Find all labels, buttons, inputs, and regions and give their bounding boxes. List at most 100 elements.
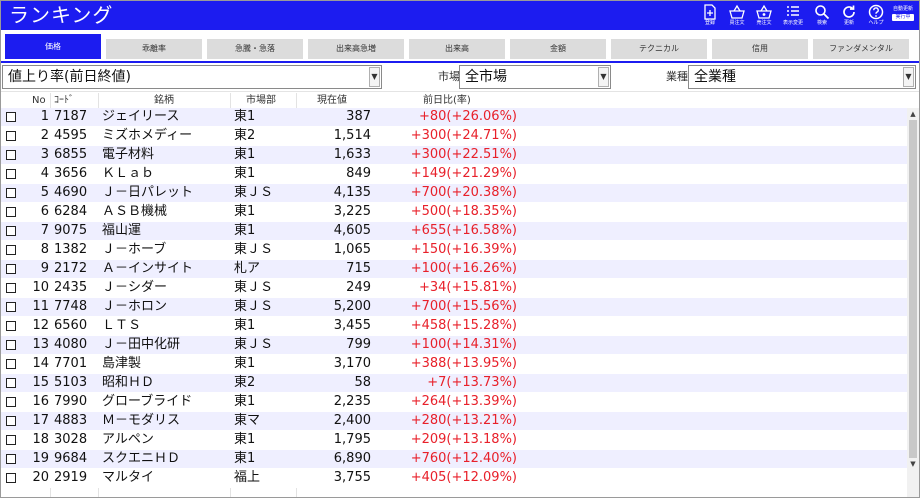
change-cell: +100(+16.26%) [410,261,517,276]
price-cell: 1,795 [333,432,371,447]
market-cell: 東1 [234,394,256,409]
row-checkbox[interactable] [6,283,16,293]
rank-cell: 14 [32,356,49,371]
table-row[interactable]: 14 7701 島津製 東1 3,170 +388(+13.95%) [1,355,907,374]
table-row[interactable]: 19 9684 スクエニＨＤ 東1 6,890 +760(+12.40%) [1,450,907,469]
chevron-down-icon[interactable]: ▼ [369,67,380,87]
table-row[interactable]: 1 7187 ジェイリース 東1 387 +80(+26.06%) [1,108,907,127]
table-row[interactable]: 13 4080 Ｊ－田中化研 東ＪＳ 799 +100(+14.31%) [1,336,907,355]
table-row[interactable]: 20 2919 マルタイ 福上 3,755 +405(+12.09%) [1,469,907,488]
tab-price[interactable]: 価格 [5,34,101,59]
market-value: 全市場 [465,69,507,85]
row-checkbox[interactable] [6,473,16,483]
row-checkbox[interactable] [6,131,16,141]
column-price[interactable]: 現在値 [317,93,347,108]
price-cell: 387 [346,109,371,124]
change-cell: +264(+13.39%) [410,394,517,409]
row-checkbox[interactable] [6,226,16,236]
row-checkbox[interactable] [6,378,16,388]
table-row[interactable]: 11 7748 Ｊ－ホロン 東ＪＳ 5,200 +700(+15.56%) [1,298,907,317]
scroll-thumb[interactable] [909,120,917,458]
table-row[interactable]: 2 4595 ミズホメディー 東2 1,514 +300(+24.71%) [1,127,907,146]
vertical-scrollbar[interactable]: ▲ ▼ [907,108,919,497]
table-row[interactable]: 9 2172 Ａ－インサイト 札ア 715 +100(+16.26%) [1,260,907,279]
tab-margin[interactable]: 信用 [712,39,808,59]
price-cell: 3,170 [333,356,371,371]
tab-deviation[interactable]: 乖離率 [106,39,202,59]
column-code[interactable]: ｺｰﾄﾞ [54,93,74,108]
table-row[interactable]: 7 9075 福山運 東1 4,605 +655(+16.58%) [1,222,907,241]
auto-update-toggle[interactable]: 自動更新 実行中 [892,6,914,26]
tab-volume[interactable]: 出来高 [409,39,505,59]
stock-name-cell: 電子材料 [102,147,155,162]
display-change-button[interactable]: 表示変更 [781,4,805,30]
market-cell: 東1 [234,147,256,162]
table-row[interactable]: 18 3028 アルペン 東1 1,795 +209(+13.18%) [1,431,907,450]
rank-cell: 1 [40,109,49,124]
table-row[interactable]: 4 3656 ＫＬａｂ 東1 849 +149(+21.29%) [1,165,907,184]
market-select[interactable]: 全市場 ▼ [459,65,611,89]
rank-cell: 9 [40,261,49,276]
sell-order-button[interactable]: 売注文 [752,4,776,30]
row-checkbox[interactable] [6,302,16,312]
row-checkbox[interactable] [6,112,16,122]
price-cell: 2,400 [333,413,371,428]
table-row[interactable]: 10 2435 Ｊ－シダー 東ＪＳ 249 +34(+15.81%) [1,279,907,298]
row-checkbox[interactable] [6,169,16,179]
row-checkbox[interactable] [6,435,16,445]
tab-volume-surge[interactable]: 出来高急増 [308,39,404,59]
table-row[interactable]: 5 4690 Ｊ－日パレット 東ＪＳ 4,135 +700(+20.38%) [1,184,907,203]
change-cell: +458(+15.28%) [410,318,517,333]
market-cell: 東ＪＳ [234,280,274,295]
row-checkbox[interactable] [6,340,16,350]
row-checkbox[interactable] [6,454,16,464]
table-row[interactable]: 17 4883 Ｍ－モダリス 東マ 2,400 +280(+13.21%) [1,412,907,431]
column-name[interactable]: 銘柄 [154,93,174,108]
market-cell: 東マ [234,413,261,428]
buy-order-button[interactable]: 買注文 [725,4,749,30]
column-market[interactable]: 市場部 [246,93,276,108]
scroll-down-arrow-icon[interactable]: ▼ [907,458,919,470]
chevron-down-icon[interactable]: ▼ [903,67,914,87]
industry-select[interactable]: 全業種 ▼ [688,65,916,89]
row-checkbox[interactable] [6,416,16,426]
row-checkbox[interactable] [6,321,16,331]
column-no[interactable]: No [32,93,46,108]
column-change[interactable]: 前日比(率) [423,93,471,108]
chevron-down-icon[interactable]: ▼ [598,67,609,87]
table-row[interactable]: 16 7990 グローブライド 東1 2,235 +264(+13.39%) [1,393,907,412]
sell-cart-icon [756,4,772,19]
table-row[interactable]: 3 6855 電子材料 東1 1,633 +300(+22.51%) [1,146,907,165]
table-header: No ｺｰﾄﾞ 銘柄 市場部 現在値 前日比(率) [1,93,907,108]
market-cell: 東1 [234,356,256,371]
table-row[interactable]: 8 1382 Ｊ－ホーブ 東ＪＳ 1,065 +150(+16.39%) [1,241,907,260]
display-change-label: 表示変更 [782,20,803,26]
scroll-up-arrow-icon[interactable]: ▲ [907,108,919,120]
tab-amount[interactable]: 金額 [510,39,606,59]
refresh-button[interactable]: 更新 [837,4,861,30]
header-bar: ランキング 登録 買注文 売注文 表示変更 検索 更新 ヘルプ 自動更新 実行中 [1,1,919,30]
table-row[interactable]: 15 5103 昭和ＨＤ 東2 58 +7(+13.73%) [1,374,907,393]
stock-name-cell: ＬＴＳ [102,318,142,333]
tab-surge-plunge[interactable]: 急騰・急落 [207,39,303,59]
search-button[interactable]: 検索 [810,4,834,30]
tab-fundamental[interactable]: ファンダメンタル [813,39,909,59]
row-checkbox[interactable] [6,188,16,198]
register-button[interactable]: 登録 [698,4,722,30]
table-row[interactable]: 6 6284 ＡＳＢ機械 東1 3,225 +500(+18.35%) [1,203,907,222]
row-checkbox[interactable] [6,359,16,369]
row-checkbox[interactable] [6,245,16,255]
row-checkbox[interactable] [6,150,16,160]
row-checkbox[interactable] [6,397,16,407]
auto-update-state[interactable]: 実行中 [892,14,914,21]
table-row[interactable]: 12 6560 ＬＴＳ 東1 3,455 +458(+15.28%) [1,317,907,336]
change-cell: +760(+12.40%) [410,451,517,466]
price-cell: 3,455 [333,318,371,333]
ranking-type-select[interactable]: 値上り率(前日終値) ▼ [2,65,382,89]
row-checkbox[interactable] [6,207,16,217]
code-cell: 6560 [54,318,88,333]
help-button[interactable]: ヘルプ [864,4,888,30]
row-checkbox[interactable] [6,264,16,274]
tab-technical[interactable]: テクニカル [611,39,707,59]
price-cell: 4,135 [333,185,371,200]
